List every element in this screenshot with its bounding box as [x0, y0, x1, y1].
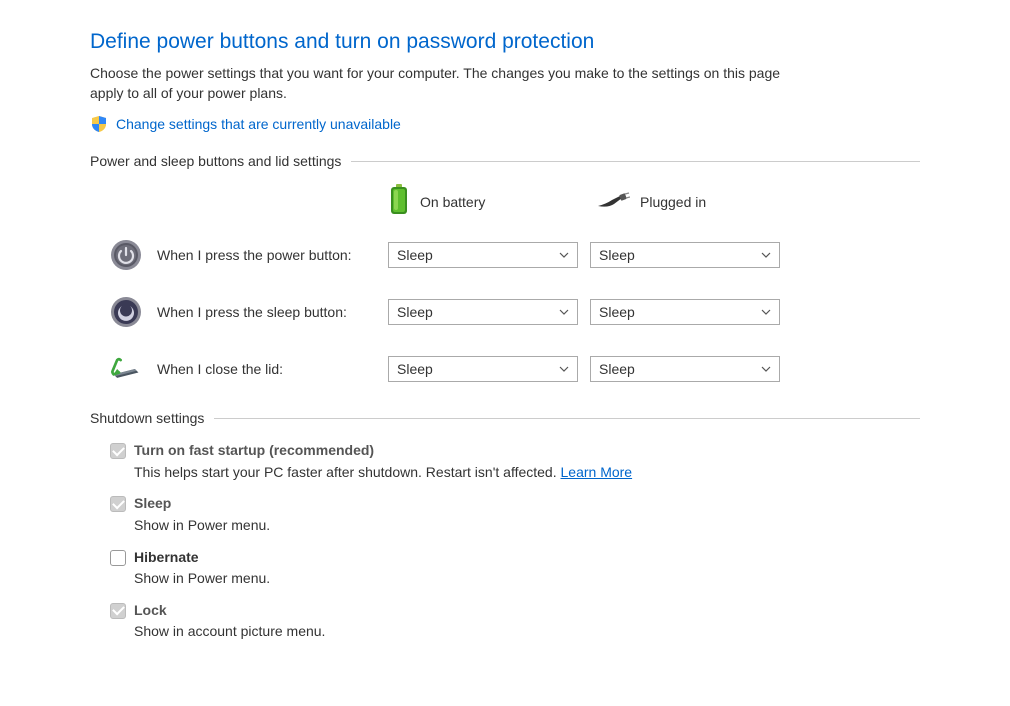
shield-icon [90, 115, 108, 133]
select-sleep-button-battery[interactable]: Sleep [388, 299, 578, 325]
chevron-down-icon [761, 309, 771, 315]
checkbox-sleep[interactable] [110, 496, 126, 512]
checkbox-lock[interactable] [110, 603, 126, 619]
chevron-down-icon [559, 252, 569, 258]
shutdown-settings-list: Turn on fast startup (recommended) This … [90, 441, 920, 642]
shutdown-item-lock: Lock Show in account picture menu. [110, 601, 920, 642]
section-header-power-buttons: Power and sleep buttons and lid settings [90, 153, 920, 169]
shutdown-item-desc: Show in Power menu. [134, 569, 920, 589]
row-power-button: When I press the power button: Sleep Sle… [110, 239, 810, 271]
shutdown-item-desc: Show in Power menu. [134, 516, 920, 536]
column-header-battery: On battery [388, 184, 584, 219]
select-value: Sleep [599, 361, 635, 377]
select-close-lid-plugged[interactable]: Sleep [590, 356, 780, 382]
learn-more-link[interactable]: Learn More [561, 464, 633, 480]
battery-icon [388, 184, 410, 219]
page-title: Define power buttons and turn on passwor… [90, 30, 920, 54]
admin-link-row: Change settings that are currently unava… [90, 115, 920, 133]
shutdown-item-desc: Show in account picture menu. [134, 622, 920, 642]
row-close-lid-label: When I close the lid: [157, 361, 388, 377]
page-description: Choose the power settings that you want … [90, 64, 810, 103]
divider [214, 418, 920, 419]
shutdown-item-desc: This helps start your PC faster after sh… [134, 463, 920, 483]
chevron-down-icon [559, 309, 569, 315]
select-power-button-battery[interactable]: Sleep [388, 242, 578, 268]
checkbox-fast-startup[interactable] [110, 443, 126, 459]
shutdown-item-title: Turn on fast startup (recommended) [134, 441, 920, 461]
select-value: Sleep [599, 304, 635, 320]
section-header-text: Power and sleep buttons and lid settings [90, 153, 341, 169]
power-buttons-table: On battery Plugged in [90, 184, 810, 385]
chevron-down-icon [559, 366, 569, 372]
plug-icon [596, 190, 630, 213]
row-power-button-label: When I press the power button: [157, 247, 388, 263]
shutdown-item-title: Hibernate [134, 548, 920, 568]
chevron-down-icon [761, 252, 771, 258]
shutdown-item-fast-startup: Turn on fast startup (recommended) This … [110, 441, 920, 482]
column-header-row: On battery Plugged in [110, 184, 810, 219]
power-button-icon [110, 239, 142, 271]
column-header-plugged: Plugged in [596, 190, 792, 213]
row-sleep-button: When I press the sleep button: Sleep Sle… [110, 296, 810, 328]
select-value: Sleep [599, 247, 635, 263]
section-header-text: Shutdown settings [90, 410, 204, 426]
select-value: Sleep [397, 247, 433, 263]
sleep-button-icon [110, 296, 142, 328]
close-lid-icon [110, 353, 142, 385]
select-sleep-button-plugged[interactable]: Sleep [590, 299, 780, 325]
checkbox-hibernate[interactable] [110, 550, 126, 566]
chevron-down-icon [761, 366, 771, 372]
row-sleep-button-label: When I press the sleep button: [157, 304, 388, 320]
change-settings-link[interactable]: Change settings that are currently unava… [116, 116, 401, 132]
column-header-battery-label: On battery [420, 194, 485, 210]
select-value: Sleep [397, 304, 433, 320]
shutdown-item-hibernate: Hibernate Show in Power menu. [110, 548, 920, 589]
shutdown-item-sleep: Sleep Show in Power menu. [110, 494, 920, 535]
select-power-button-plugged[interactable]: Sleep [590, 242, 780, 268]
row-close-lid: When I close the lid: Sleep Sleep [110, 353, 810, 385]
column-header-plugged-label: Plugged in [640, 194, 706, 210]
section-header-shutdown: Shutdown settings [90, 410, 920, 426]
shutdown-item-title: Lock [134, 601, 920, 621]
select-value: Sleep [397, 361, 433, 377]
divider [351, 161, 920, 162]
select-close-lid-battery[interactable]: Sleep [388, 356, 578, 382]
shutdown-item-title: Sleep [134, 494, 920, 514]
